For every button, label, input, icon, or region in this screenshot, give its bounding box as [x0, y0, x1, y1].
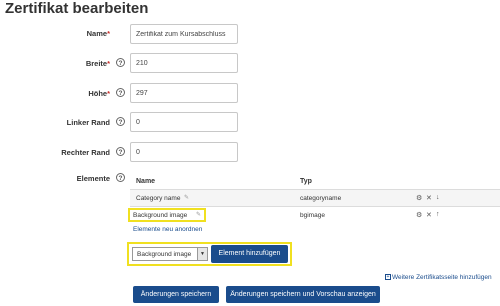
- help-icon[interactable]: ?: [116, 117, 125, 126]
- column-header-name: Name: [136, 178, 156, 185]
- name-field[interactable]: [130, 24, 238, 44]
- height-field[interactable]: [130, 83, 238, 103]
- help-icon[interactable]: ?: [116, 147, 125, 156]
- close-icon[interactable]: ✕: [426, 194, 432, 202]
- add-element-button[interactable]: Element hinzufügen: [211, 245, 288, 263]
- page-title: Zertifikat bearbeiten: [5, 0, 149, 17]
- select-value: Background image: [137, 251, 192, 258]
- reorder-elements-link[interactable]: Elemente neu anordnen: [133, 226, 202, 233]
- table-divider: [130, 206, 500, 207]
- width-field[interactable]: [130, 53, 238, 73]
- help-icon[interactable]: ?: [116, 88, 125, 97]
- width-label: Breite*: [85, 59, 110, 68]
- chevron-down-icon[interactable]: ▼: [197, 248, 207, 260]
- pencil-icon[interactable]: ✎: [184, 194, 189, 201]
- add-page-icon[interactable]: +: [385, 274, 391, 280]
- help-icon[interactable]: ?: [116, 173, 125, 182]
- element-type-select[interactable]: Background image ▼: [132, 247, 208, 261]
- right-margin-field[interactable]: [130, 142, 238, 162]
- name-label: Name*: [86, 29, 110, 38]
- element-name: Category name: [136, 195, 181, 202]
- save-and-preview-button[interactable]: Änderungen speichern und Vorschau anzeig…: [226, 286, 380, 303]
- height-label: Höhe*: [88, 89, 110, 98]
- elements-label: Elemente: [76, 174, 110, 183]
- gear-icon[interactable]: ⚙: [416, 194, 422, 202]
- pencil-icon[interactable]: ✎: [196, 211, 201, 218]
- right-margin-label: Rechter Rand: [61, 148, 110, 157]
- arrow-up-icon[interactable]: ↑: [436, 211, 440, 218]
- column-header-type: Typ: [300, 178, 312, 185]
- close-icon[interactable]: ✕: [426, 211, 432, 219]
- arrow-down-icon[interactable]: ↓: [436, 194, 440, 201]
- gear-icon[interactable]: ⚙: [416, 211, 422, 219]
- add-page-link[interactable]: Weitere Zertifikatsseite hinzufügen: [392, 274, 492, 281]
- save-button[interactable]: Änderungen speichern: [133, 286, 219, 303]
- left-margin-label: Linker Rand: [66, 118, 110, 127]
- element-type: bgimage: [300, 212, 325, 219]
- left-margin-field[interactable]: [130, 112, 238, 132]
- element-type: categoryname: [300, 195, 342, 202]
- help-icon[interactable]: ?: [116, 58, 125, 67]
- element-name: Background image: [133, 212, 188, 219]
